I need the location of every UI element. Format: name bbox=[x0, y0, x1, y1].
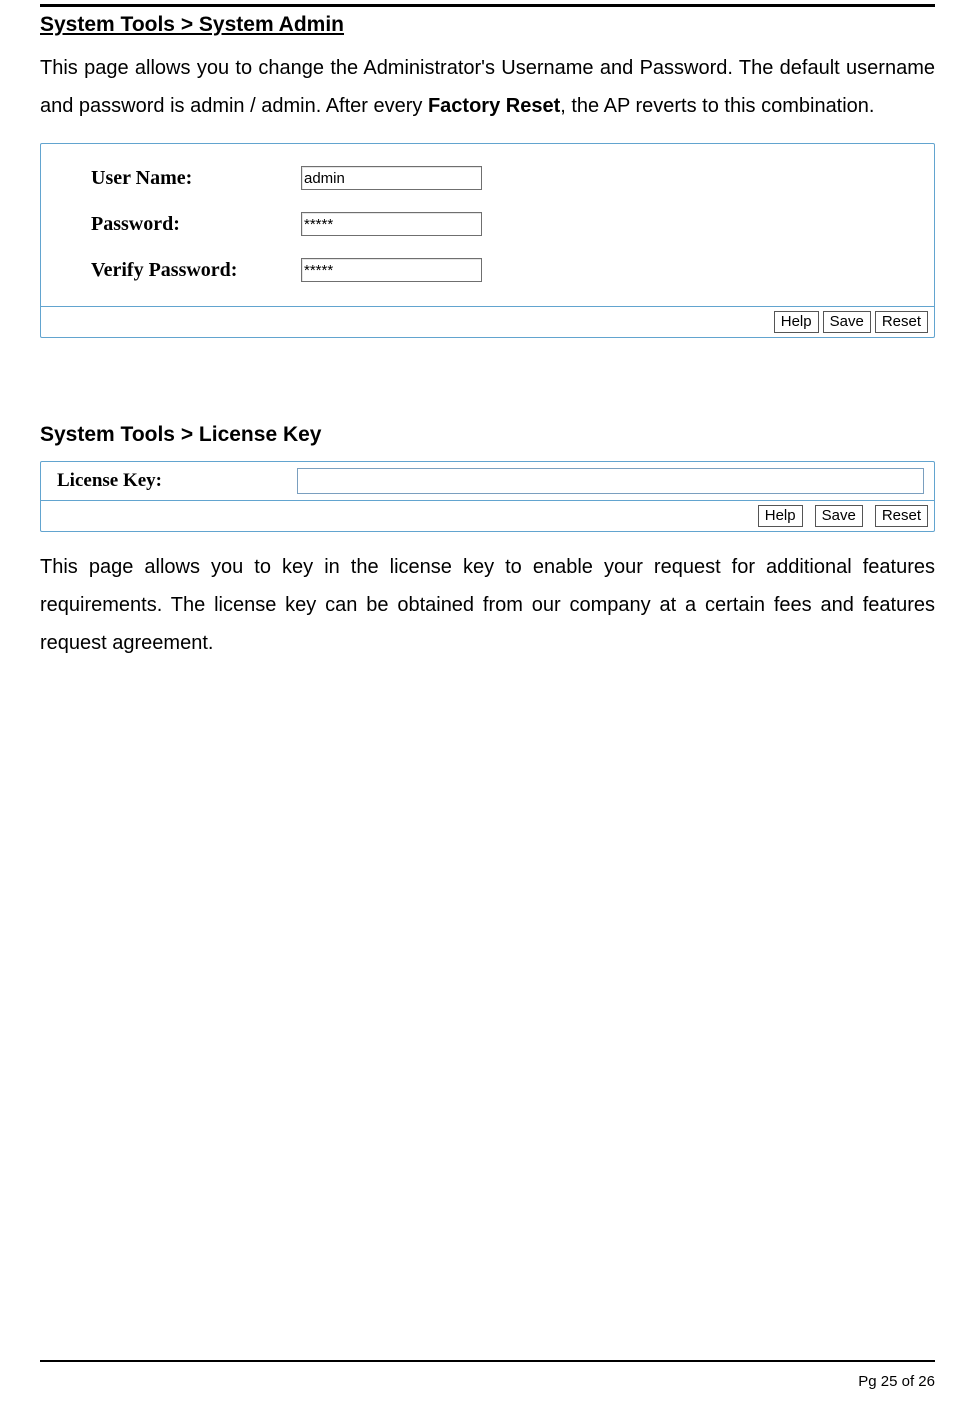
footer-rule bbox=[40, 1360, 935, 1362]
row-license: License Key: bbox=[41, 462, 934, 500]
top-rule bbox=[40, 4, 935, 7]
verify-password-label: Verify Password: bbox=[91, 259, 301, 282]
username-label: User Name: bbox=[91, 167, 301, 190]
license-label: License Key: bbox=[57, 470, 297, 492]
heading-system-admin: System Tools > System Admin bbox=[40, 13, 935, 37]
row-verify-password: Verify Password: bbox=[91, 258, 914, 282]
admin-panel-body: User Name: Password: Verify Password: bbox=[41, 144, 934, 306]
license-panel-footer: Help Save Reset bbox=[41, 500, 934, 531]
para-bold: Factory Reset bbox=[428, 95, 560, 117]
license-save-button[interactable]: Save bbox=[815, 505, 863, 527]
system-admin-paragraph: This page allows you to change the Admin… bbox=[40, 49, 935, 125]
license-paragraph: This page allows you to key in the licen… bbox=[40, 548, 935, 662]
heading-license-key: System Tools > License Key bbox=[40, 423, 935, 447]
para-post: , the AP reverts to this combination. bbox=[560, 95, 874, 117]
license-help-button[interactable]: Help bbox=[758, 505, 803, 527]
save-button[interactable]: Save bbox=[823, 311, 871, 333]
license-input[interactable] bbox=[297, 468, 924, 494]
row-username: User Name: bbox=[91, 166, 914, 190]
reset-button[interactable]: Reset bbox=[875, 311, 928, 333]
admin-panel: User Name: Password: Verify Password: He… bbox=[40, 143, 935, 338]
row-password: Password: bbox=[91, 212, 914, 236]
password-input[interactable] bbox=[301, 212, 482, 236]
verify-password-input[interactable] bbox=[301, 258, 482, 282]
admin-panel-footer: Help Save Reset bbox=[41, 306, 934, 337]
username-input[interactable] bbox=[301, 166, 482, 190]
help-button[interactable]: Help bbox=[774, 311, 819, 333]
license-reset-button[interactable]: Reset bbox=[875, 505, 928, 527]
license-panel: License Key: Help Save Reset bbox=[40, 461, 935, 532]
password-label: Password: bbox=[91, 213, 301, 236]
page-number: Pg 25 of 26 bbox=[858, 1373, 935, 1390]
